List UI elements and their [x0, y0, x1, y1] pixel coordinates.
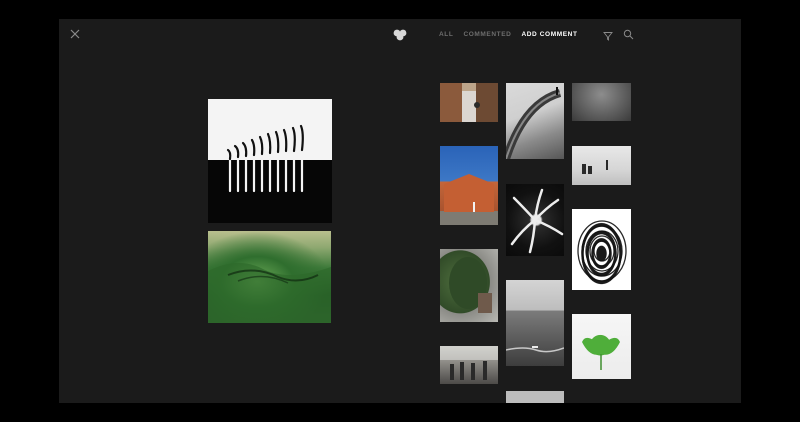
grid-photo-partial[interactable] — [506, 391, 564, 403]
grid-photo-wooden-door[interactable] — [440, 83, 498, 122]
app-window: ALL COMMENTED ADD COMMENT — [59, 19, 741, 403]
close-button[interactable] — [69, 27, 81, 39]
grid-photo-dark-gradient[interactable] — [572, 83, 631, 121]
grid-photo-ginkgo-leaf[interactable] — [572, 314, 631, 379]
grid-photo-spiral[interactable] — [506, 184, 564, 256]
filter-button[interactable] — [603, 28, 613, 41]
grid-photo-hedge[interactable] — [440, 249, 498, 322]
grid-photo-beach-people[interactable] — [572, 146, 631, 185]
grid-photo-street-crowd[interactable] — [440, 346, 498, 384]
filter-icon — [603, 32, 613, 41]
close-icon — [70, 29, 80, 39]
featured-photo-matches[interactable] — [208, 99, 332, 223]
heart-logo-icon[interactable] — [393, 28, 407, 41]
featured-photo-wave[interactable] — [208, 231, 331, 323]
tab-commented[interactable]: COMMENTED — [463, 31, 511, 38]
grid-photo-bridge-arch[interactable] — [506, 83, 564, 159]
grid-photo-sea-horizon[interactable] — [506, 280, 564, 366]
search-button[interactable] — [623, 27, 634, 40]
grid-photo-fingerprint[interactable] — [572, 209, 631, 290]
search-icon — [623, 29, 634, 40]
nav-tabs: ALL COMMENTED ADD COMMENT — [439, 28, 578, 40]
tab-all[interactable]: ALL — [439, 31, 453, 38]
grid-photo-orange-house[interactable] — [440, 146, 498, 225]
tab-add-comment[interactable]: ADD COMMENT — [521, 31, 577, 38]
